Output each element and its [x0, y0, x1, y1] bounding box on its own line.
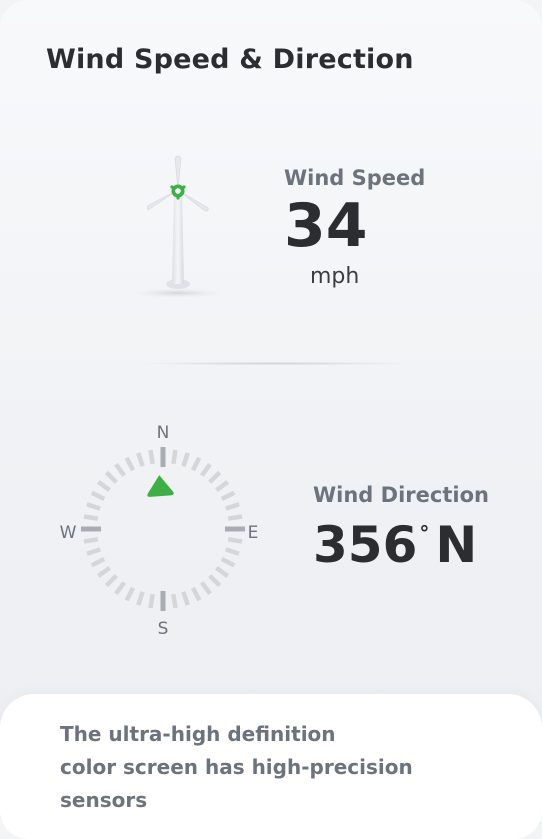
- wind-direction-label: Wind Direction: [313, 483, 489, 507]
- compass-tick: [114, 581, 127, 596]
- compass-tick: [86, 502, 101, 511]
- compass-west-label: W: [60, 523, 77, 543]
- compass-tick: [114, 462, 127, 477]
- compass-tick: [148, 449, 155, 465]
- compass-tick: [104, 574, 118, 588]
- compass-tick: [225, 547, 240, 556]
- compass-tick: [136, 452, 145, 467]
- compass-tick: [190, 586, 202, 602]
- direction-pointer-icon: [147, 475, 174, 497]
- compass-tick: [227, 514, 243, 521]
- footer-line-3: sensors: [60, 788, 148, 812]
- degree-symbol: °: [419, 521, 430, 545]
- compass-tick: [220, 490, 236, 502]
- compass-tick: [136, 591, 145, 606]
- section-divider: [140, 362, 410, 365]
- compass-tick: [148, 593, 155, 609]
- compass-tick: [227, 537, 243, 544]
- compass-tick: [181, 452, 190, 467]
- wind-speed-value: 34: [284, 191, 368, 261]
- compass-north-label: N: [157, 423, 170, 443]
- wind-direction-value: 356 ° N: [313, 520, 477, 570]
- compass-tick: [220, 556, 236, 568]
- wind-speed-label: Wind Speed: [284, 166, 426, 190]
- compass-tick: [181, 591, 190, 606]
- footer-description: The ultra-high definition color screen h…: [60, 718, 480, 817]
- compass-tick: [96, 565, 111, 578]
- compass-tick: [90, 556, 106, 568]
- compass-tick: [96, 480, 111, 493]
- wind-turbine-icon: [130, 155, 226, 298]
- footer-line-1: The ultra-high definition: [60, 722, 336, 746]
- wind-direction-degrees: 356: [313, 516, 418, 574]
- wind-speed-unit: mph: [310, 264, 360, 289]
- compass-tick: [208, 470, 222, 484]
- compass-tick: [190, 456, 202, 472]
- wind-card: Wind Speed & Direction Wind Speed 34 mph…: [0, 0, 542, 839]
- compass-tick: [104, 470, 118, 484]
- footer-panel: The ultra-high definition color screen h…: [0, 694, 542, 839]
- compass-tick: [208, 574, 222, 588]
- compass-tick: [83, 537, 99, 544]
- compass-tick: [124, 456, 136, 472]
- compass-ticks: [81, 447, 245, 611]
- compass-tick: [215, 565, 230, 578]
- compass-tick: [199, 581, 212, 596]
- compass-tick: [86, 547, 101, 556]
- compass-tick: [225, 502, 240, 511]
- compass-tick: [171, 593, 178, 609]
- compass-tick: [124, 586, 136, 602]
- compass-tick: [83, 514, 99, 521]
- page-title: Wind Speed & Direction: [46, 44, 414, 75]
- footer-line-2: color screen has high-precision: [60, 755, 413, 779]
- compass-east-label: E: [248, 523, 259, 543]
- compass-tick: [90, 490, 106, 502]
- compass-tick: [171, 449, 178, 465]
- wind-direction-cardinal: N: [435, 516, 478, 574]
- compass-dial: N E S W: [60, 423, 259, 639]
- compass-south-label: S: [158, 619, 169, 639]
- compass-tick: [215, 480, 230, 493]
- compass-tick: [199, 462, 212, 477]
